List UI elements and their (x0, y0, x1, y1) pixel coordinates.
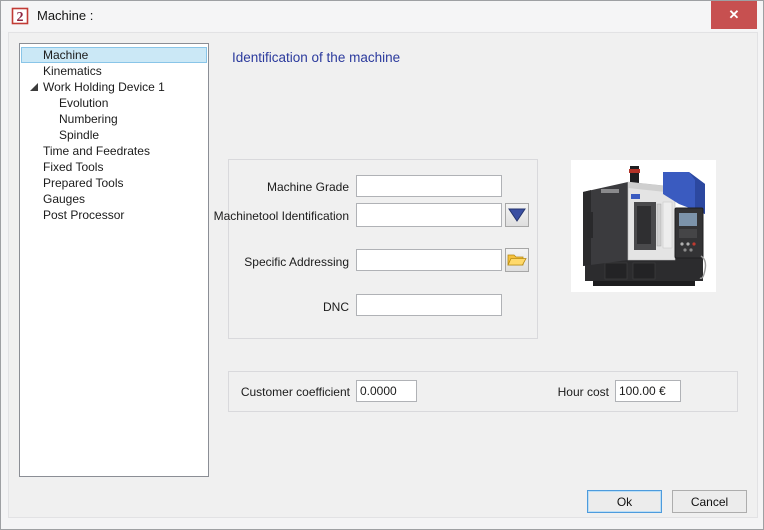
tree-item-post-processor[interactable]: Post Processor (21, 207, 207, 223)
tree-item-label: Work Holding Device 1 (43, 80, 165, 94)
tree-item-label: Fixed Tools (43, 160, 104, 174)
tree-item-prepared-tools[interactable]: Prepared Tools (21, 175, 207, 191)
specific-addressing-label: Specific Addressing (244, 255, 349, 269)
tree-item-work-holding-device-1[interactable]: Work Holding Device 1 (21, 79, 207, 95)
tree-item-fixed-tools[interactable]: Fixed Tools (21, 159, 207, 175)
tree-item-label: Time and Feedrates (43, 144, 150, 158)
customer-coefficient-input[interactable] (356, 380, 417, 402)
tree-item-label: Numbering (59, 112, 118, 126)
title-bar: 2 Machine : ✕ (1, 1, 763, 31)
tree-item-label: Machine (43, 48, 89, 62)
machine-photo (571, 160, 716, 292)
tree: Machine Kinematics Work Holding Device 1 Ev… (19, 43, 209, 477)
specific-addressing-input[interactable] (356, 249, 502, 271)
dnc-label: DNC (323, 300, 349, 314)
machine-dialog: 2 Machine : ✕ Machine Kinematics Work Hold… (0, 0, 764, 530)
tree-item-evolution[interactable]: Evolution (21, 95, 207, 111)
tree-expander-icon[interactable] (30, 83, 39, 92)
machine-grade-label: Machine Grade (266, 180, 349, 194)
machinetool-identification-input[interactable] (356, 203, 502, 227)
machine-grade-input[interactable] (356, 175, 502, 197)
content-panel: Machine Kinematics Work Holding Device 1 Ev… (8, 32, 758, 518)
ok-button[interactable]: Ok (587, 490, 662, 513)
tree-item-spindle[interactable]: Spindle (21, 127, 207, 143)
tree-item-label: Kinematics (43, 64, 102, 78)
dropdown-icon (508, 208, 526, 222)
tree-item-label: Spindle (59, 128, 100, 142)
hour-cost-input[interactable] (615, 380, 681, 402)
tree-item-label: Post Processor (43, 208, 125, 222)
app-logo-icon: 2 (11, 7, 29, 25)
machinetool-dropdown-button[interactable] (505, 203, 529, 227)
machinetool-identification-label: Machinetool Identification (213, 209, 349, 223)
hour-cost-label: Hour cost (557, 385, 609, 399)
cancel-button[interactable]: Cancel (672, 490, 747, 513)
tree-item-label: Prepared Tools (43, 176, 124, 190)
identification-groupbox: Machine Grade Machinetool Identification… (214, 159, 538, 339)
tree-item-machine[interactable]: Machine (21, 47, 207, 63)
customer-coefficient-label: Customer coefficient (240, 385, 350, 399)
svg-text:2: 2 (17, 10, 24, 25)
folder-open-icon (507, 254, 527, 266)
close-button[interactable]: ✕ (711, 1, 757, 29)
page-title: Identification of the machine (232, 50, 401, 65)
specific-addressing-browse-button[interactable] (505, 248, 529, 272)
tree-item-time-and-feedrates[interactable]: Time and Feedrates (21, 143, 207, 159)
tree-item-label: Gauges (43, 192, 86, 206)
tree-item-label: Evolution (59, 96, 109, 110)
coefficients-groupbox: Customer coefficient Hour cost (228, 371, 738, 412)
dnc-input[interactable] (356, 294, 502, 316)
tree-item-numbering[interactable]: Numbering (21, 111, 207, 127)
window-title: Machine : (37, 8, 94, 23)
tree-item-gauges[interactable]: Gauges (21, 191, 207, 207)
tree-item-kinematics[interactable]: Kinematics (21, 63, 207, 79)
